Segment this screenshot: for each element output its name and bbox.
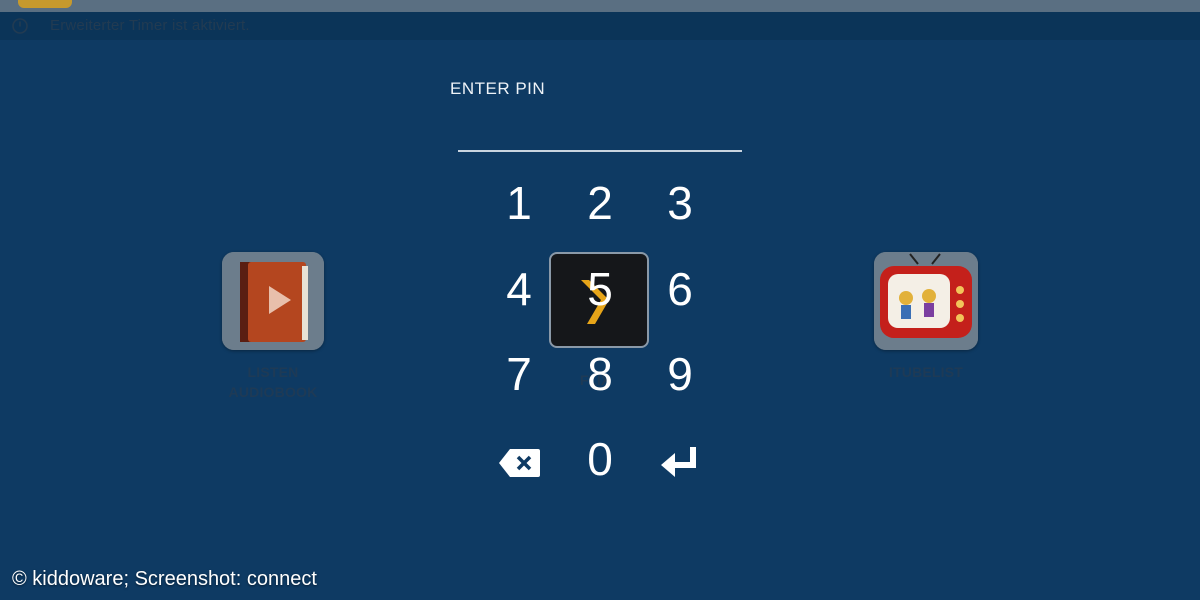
key-3[interactable]: 3 xyxy=(640,168,720,238)
app-listen-audiobook[interactable]: LISTEN AUDIOBOOK xyxy=(222,252,324,402)
key-4[interactable]: 4 xyxy=(479,254,559,324)
key-7[interactable]: 7 xyxy=(479,339,559,409)
enter-button[interactable] xyxy=(640,424,720,494)
notification-text: Erweiterter Timer ist aktiviert. xyxy=(50,17,250,34)
key-9[interactable]: 9 xyxy=(640,339,720,409)
key-0[interactable]: 0 xyxy=(560,424,640,494)
key-5[interactable]: 5 xyxy=(560,254,640,324)
key-8[interactable]: 8 xyxy=(560,339,640,409)
power-icon xyxy=(12,18,28,34)
copyright-caption: © kiddoware; Screenshot: connect xyxy=(12,568,317,590)
backspace-icon xyxy=(499,448,540,477)
backspace-button[interactable] xyxy=(479,424,559,494)
app-logo xyxy=(18,0,72,8)
pin-prompt: ENTER PIN xyxy=(450,79,546,98)
tv-icon xyxy=(874,252,978,350)
app-label: LISTEN AUDIOBOOK xyxy=(228,364,318,400)
key-2[interactable]: 2 xyxy=(560,168,640,238)
app-label: ITUBELIST xyxy=(888,364,964,380)
app-itubelist[interactable]: ITUBELIST xyxy=(874,252,978,382)
key-1[interactable]: 1 xyxy=(479,168,559,238)
system-top-bar xyxy=(0,0,1200,12)
enter-icon xyxy=(661,446,696,477)
audiobook-icon xyxy=(222,252,324,350)
notification-bar[interactable]: Erweiterter Timer ist aktiviert. xyxy=(0,12,1200,40)
pin-input[interactable] xyxy=(458,150,742,152)
key-6[interactable]: 6 xyxy=(640,254,720,324)
